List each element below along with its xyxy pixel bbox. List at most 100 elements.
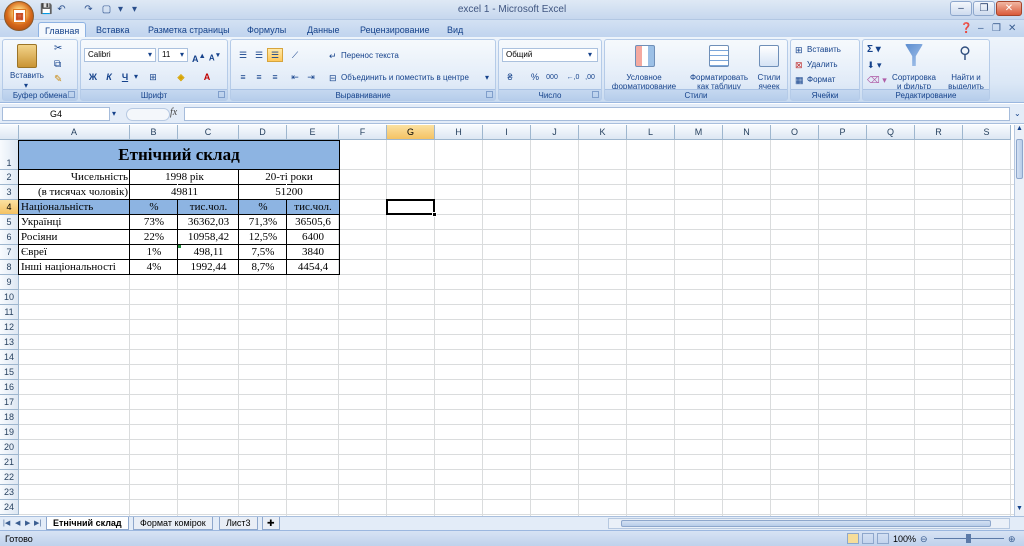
sheet-tab-list3[interactable]: Лист3: [219, 517, 258, 530]
copy-icon[interactable]: ⧉: [54, 60, 61, 70]
column-header-c[interactable]: C: [178, 125, 239, 140]
binoculars-icon[interactable]: ⚲: [955, 44, 975, 64]
customize-toolbar-icon[interactable]: ▾: [128, 3, 141, 16]
conditional-format-icon[interactable]: [635, 45, 655, 67]
align-top-icon[interactable]: ☰: [235, 48, 251, 62]
increase-indent-icon[interactable]: ⇥: [303, 70, 319, 84]
format-cells-button[interactable]: Формат: [807, 75, 835, 85]
clipboard-launcher-icon[interactable]: [68, 91, 75, 98]
paste-icon[interactable]: [17, 44, 37, 68]
row-header-21[interactable]: 21: [0, 455, 19, 470]
row-header-12[interactable]: 12: [0, 320, 19, 335]
minimize-button[interactable]: –: [950, 1, 972, 16]
cell-a3[interactable]: (в тисячах чоловік): [19, 185, 130, 200]
wrap-text-button[interactable]: Перенос текста: [341, 51, 399, 61]
cell-b4[interactable]: %: [130, 200, 178, 215]
undo-icon[interactable]: ↶: [55, 3, 68, 16]
row-header-3[interactable]: 3: [0, 185, 19, 200]
formula-bar-expand-icon[interactable]: ⌄: [1014, 109, 1021, 119]
tab-data[interactable]: Данные: [301, 22, 346, 38]
row-header-11[interactable]: 11: [0, 305, 19, 320]
column-header-o[interactable]: O: [771, 125, 819, 140]
insert-sheet-icon[interactable]: ✚: [262, 517, 280, 530]
horizontal-scroll-thumb[interactable]: [621, 520, 991, 527]
close-button[interactable]: ✕: [996, 1, 1022, 16]
ribbon-minimize-icon[interactable]: –: [978, 23, 984, 34]
font-launcher-icon[interactable]: [218, 91, 225, 98]
scroll-down-icon[interactable]: ▼: [1015, 505, 1024, 515]
insert-cells-icon[interactable]: ⊞: [795, 45, 803, 55]
sort-filter-icon[interactable]: [905, 44, 923, 66]
row-header-8[interactable]: 8: [0, 260, 19, 275]
bold-button[interactable]: Ж: [85, 70, 101, 84]
shrink-font-icon[interactable]: A▼: [207, 48, 223, 63]
font-name-select[interactable]: Calibri: [84, 48, 156, 62]
tab-page-layout[interactable]: Разметка страницы: [142, 22, 236, 38]
decrease-indent-icon[interactable]: ⇤: [287, 70, 303, 84]
zoom-level[interactable]: 100%: [893, 534, 916, 544]
column-header-q[interactable]: Q: [867, 125, 915, 140]
fill-handle[interactable]: [432, 212, 437, 217]
last-sheet-icon[interactable]: ▶|: [34, 519, 41, 529]
currency-icon[interactable]: ₴: [502, 70, 518, 84]
cell-b5[interactable]: 73%: [130, 215, 178, 230]
cell-c8[interactable]: 1992,44: [178, 260, 239, 275]
align-bottom-icon[interactable]: ☰: [267, 48, 283, 62]
zoom-slider-thumb[interactable]: [966, 534, 971, 543]
cell-d8[interactable]: 8,7%: [239, 260, 287, 275]
cell-d5[interactable]: 71,3%: [239, 215, 287, 230]
italic-button[interactable]: К: [101, 70, 117, 84]
select-all-corner[interactable]: [0, 125, 19, 140]
cell-a5[interactable]: Українці: [19, 215, 130, 230]
decrease-decimal-icon[interactable]: ,00: [582, 70, 598, 84]
percent-button[interactable]: %: [527, 70, 543, 84]
cell-e7[interactable]: 3840: [287, 245, 339, 260]
thousands-button[interactable]: 000: [543, 70, 561, 84]
autosum-icon[interactable]: Σ ▾: [867, 45, 881, 55]
row-header-13[interactable]: 13: [0, 335, 19, 350]
row-header-18[interactable]: 18: [0, 410, 19, 425]
sheet-tab-ethnic[interactable]: Етнічний склад: [46, 517, 129, 530]
insert-cells-button[interactable]: Вставить: [807, 45, 841, 55]
row-header-9[interactable]: 9: [0, 275, 19, 290]
vertical-scrollbar[interactable]: ▲ ▼: [1014, 125, 1024, 516]
cell-a7[interactable]: Євреї: [19, 245, 130, 260]
row-header-16[interactable]: 16: [0, 380, 19, 395]
formula-input[interactable]: [184, 107, 1010, 121]
number-format-dropdown-icon[interactable]: ▾: [588, 50, 592, 60]
cell-e5[interactable]: 36505,6: [287, 215, 339, 230]
column-header-s[interactable]: S: [963, 125, 1011, 140]
row-header-22[interactable]: 22: [0, 470, 19, 485]
restore-button[interactable]: ❐: [973, 1, 995, 16]
column-header-m[interactable]: M: [675, 125, 723, 140]
cut-icon[interactable]: ✂: [54, 44, 62, 54]
cell-d6[interactable]: 12,5%: [239, 230, 287, 245]
row-header-24[interactable]: 24: [0, 500, 19, 515]
zoom-out-icon[interactable]: ⊖: [920, 534, 928, 544]
new-file-icon[interactable]: ▢: [100, 3, 113, 16]
font-color-icon[interactable]: A: [199, 70, 215, 84]
row-header-20[interactable]: 20: [0, 440, 19, 455]
column-header-a[interactable]: A: [19, 125, 130, 140]
tab-review[interactable]: Рецензирование: [354, 22, 436, 38]
format-as-table-icon[interactable]: [709, 45, 729, 67]
row-header-15[interactable]: 15: [0, 365, 19, 380]
cell-b8[interactable]: 4%: [130, 260, 178, 275]
cell-d3[interactable]: 51200: [239, 185, 339, 200]
next-sheet-icon[interactable]: ▶: [25, 519, 30, 529]
name-box[interactable]: G4: [2, 107, 110, 121]
font-name-dropdown-icon[interactable]: ▾: [148, 50, 152, 60]
page-layout-view-icon[interactable]: [862, 533, 874, 544]
sheet-title-cell[interactable]: Етнічний склад: [19, 140, 339, 170]
column-header-j[interactable]: J: [531, 125, 579, 140]
cell-styles-icon[interactable]: [759, 45, 779, 67]
row-header-4[interactable]: 4: [0, 200, 19, 215]
align-center-icon[interactable]: ≡: [251, 70, 267, 84]
first-sheet-icon[interactable]: |◀: [3, 519, 10, 529]
insert-function-button[interactable]: fx: [170, 108, 177, 118]
grow-font-icon[interactable]: A▲: [191, 48, 207, 64]
cell-a4[interactable]: Національність: [19, 200, 130, 215]
column-header-i[interactable]: I: [483, 125, 531, 140]
active-cell-selection[interactable]: [386, 199, 435, 215]
prev-sheet-icon[interactable]: ◀: [15, 519, 20, 529]
